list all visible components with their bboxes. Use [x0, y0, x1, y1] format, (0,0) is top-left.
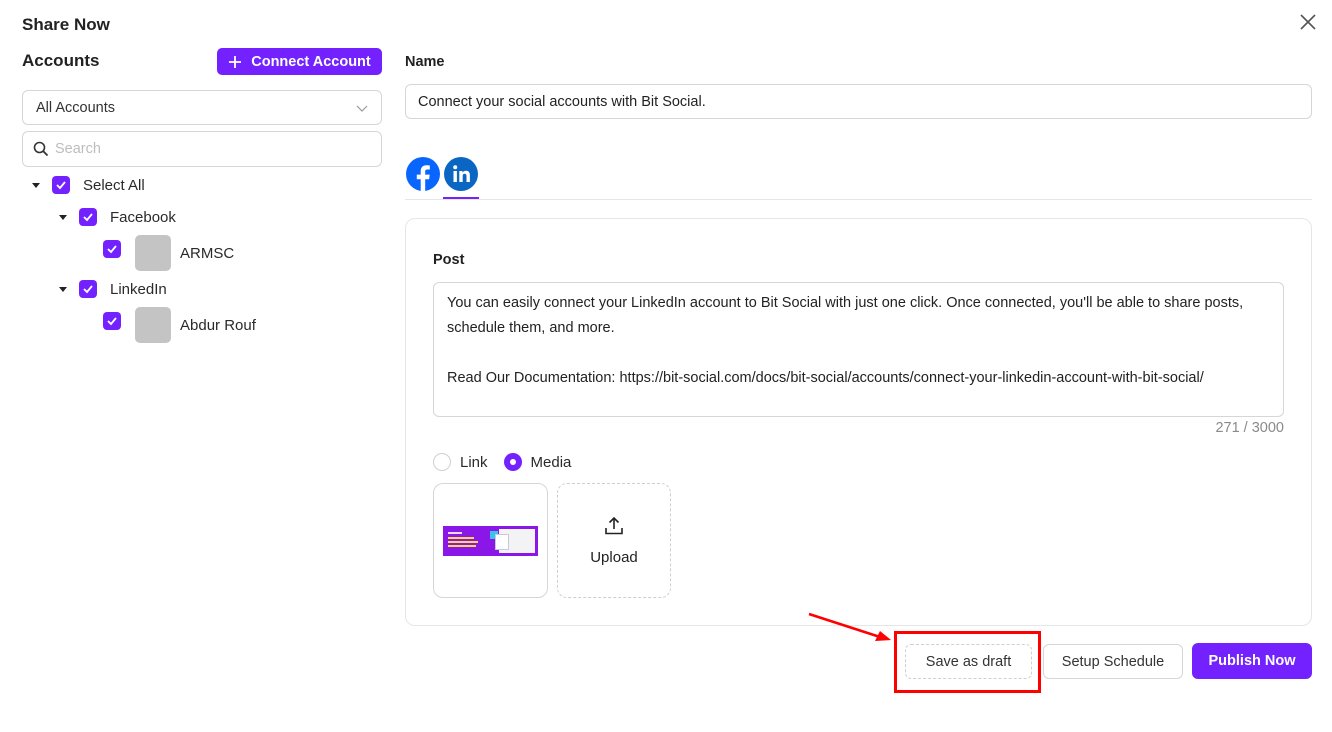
linkedin-icon [444, 157, 478, 191]
media-thumbnail[interactable] [433, 483, 548, 598]
attachment-type-radio-group: Link Media [433, 453, 571, 471]
abdur-rouf-checkbox[interactable] [103, 312, 121, 330]
highlight-box [894, 631, 1041, 693]
setup-schedule-button[interactable]: Setup Schedule [1043, 644, 1183, 679]
platform-tabs [405, 155, 1312, 200]
tree-row-linkedin: LinkedIn [58, 280, 167, 298]
account-search[interactable] [22, 131, 382, 167]
facebook-icon [406, 157, 440, 191]
connect-account-label: Connect Account [251, 53, 371, 70]
account-label-armsc: ARMSC [180, 244, 235, 262]
tree-row-abdur-rouf: Abdur Rouf [103, 307, 256, 343]
select-all-label: Select All [83, 176, 145, 194]
media-preview-image [443, 525, 538, 556]
facebook-group-checkbox[interactable] [79, 208, 97, 226]
search-icon [33, 141, 49, 157]
select-all-checkbox[interactable] [52, 176, 70, 194]
radio-media[interactable] [503, 453, 522, 471]
connect-account-button[interactable]: Connect Account [217, 48, 382, 75]
account-filter-value: All Accounts [36, 99, 115, 116]
account-label-abdur-rouf: Abdur Rouf [180, 316, 256, 334]
accounts-heading: Accounts [22, 51, 100, 70]
radio-link[interactable] [433, 453, 451, 471]
publish-now-button[interactable]: Publish Now [1192, 643, 1312, 679]
plus-icon [229, 55, 242, 68]
dialog-title: Share Now [22, 15, 110, 34]
search-input[interactable] [55, 141, 355, 157]
tab-facebook[interactable] [405, 156, 441, 192]
caret-down-icon[interactable] [58, 212, 68, 222]
armsc-checkbox[interactable] [103, 240, 121, 258]
linkedin-group-checkbox[interactable] [79, 280, 97, 298]
post-label: Post [433, 252, 465, 268]
char-count: 271 / 3000 [1215, 420, 1284, 436]
red-arrow-annotation [808, 612, 891, 641]
radio-link-label: Link [460, 453, 488, 471]
tree-row-select-all: Select All [31, 176, 145, 194]
avatar [135, 235, 171, 271]
upload-button[interactable]: Upload [557, 483, 671, 598]
account-filter-select[interactable]: All Accounts [22, 90, 382, 125]
facebook-group-label: Facebook [110, 208, 176, 226]
caret-down-icon[interactable] [31, 180, 41, 190]
name-field[interactable] [405, 84, 1312, 119]
tab-linkedin[interactable] [443, 156, 479, 192]
name-label: Name [405, 54, 445, 70]
avatar [135, 307, 171, 343]
linkedin-group-label: LinkedIn [110, 280, 167, 298]
close-icon[interactable] [1296, 10, 1320, 34]
upload-label: Upload [590, 549, 638, 566]
chevron-down-icon [356, 105, 368, 112]
post-textarea[interactable]: You can easily connect your LinkedIn acc… [433, 282, 1284, 417]
active-tab-indicator [443, 197, 479, 199]
tree-row-facebook: Facebook [58, 208, 176, 226]
caret-down-icon[interactable] [58, 284, 68, 294]
tree-row-armsc: ARMSC [103, 235, 234, 271]
upload-icon [605, 516, 623, 535]
radio-media-label: Media [530, 453, 572, 471]
